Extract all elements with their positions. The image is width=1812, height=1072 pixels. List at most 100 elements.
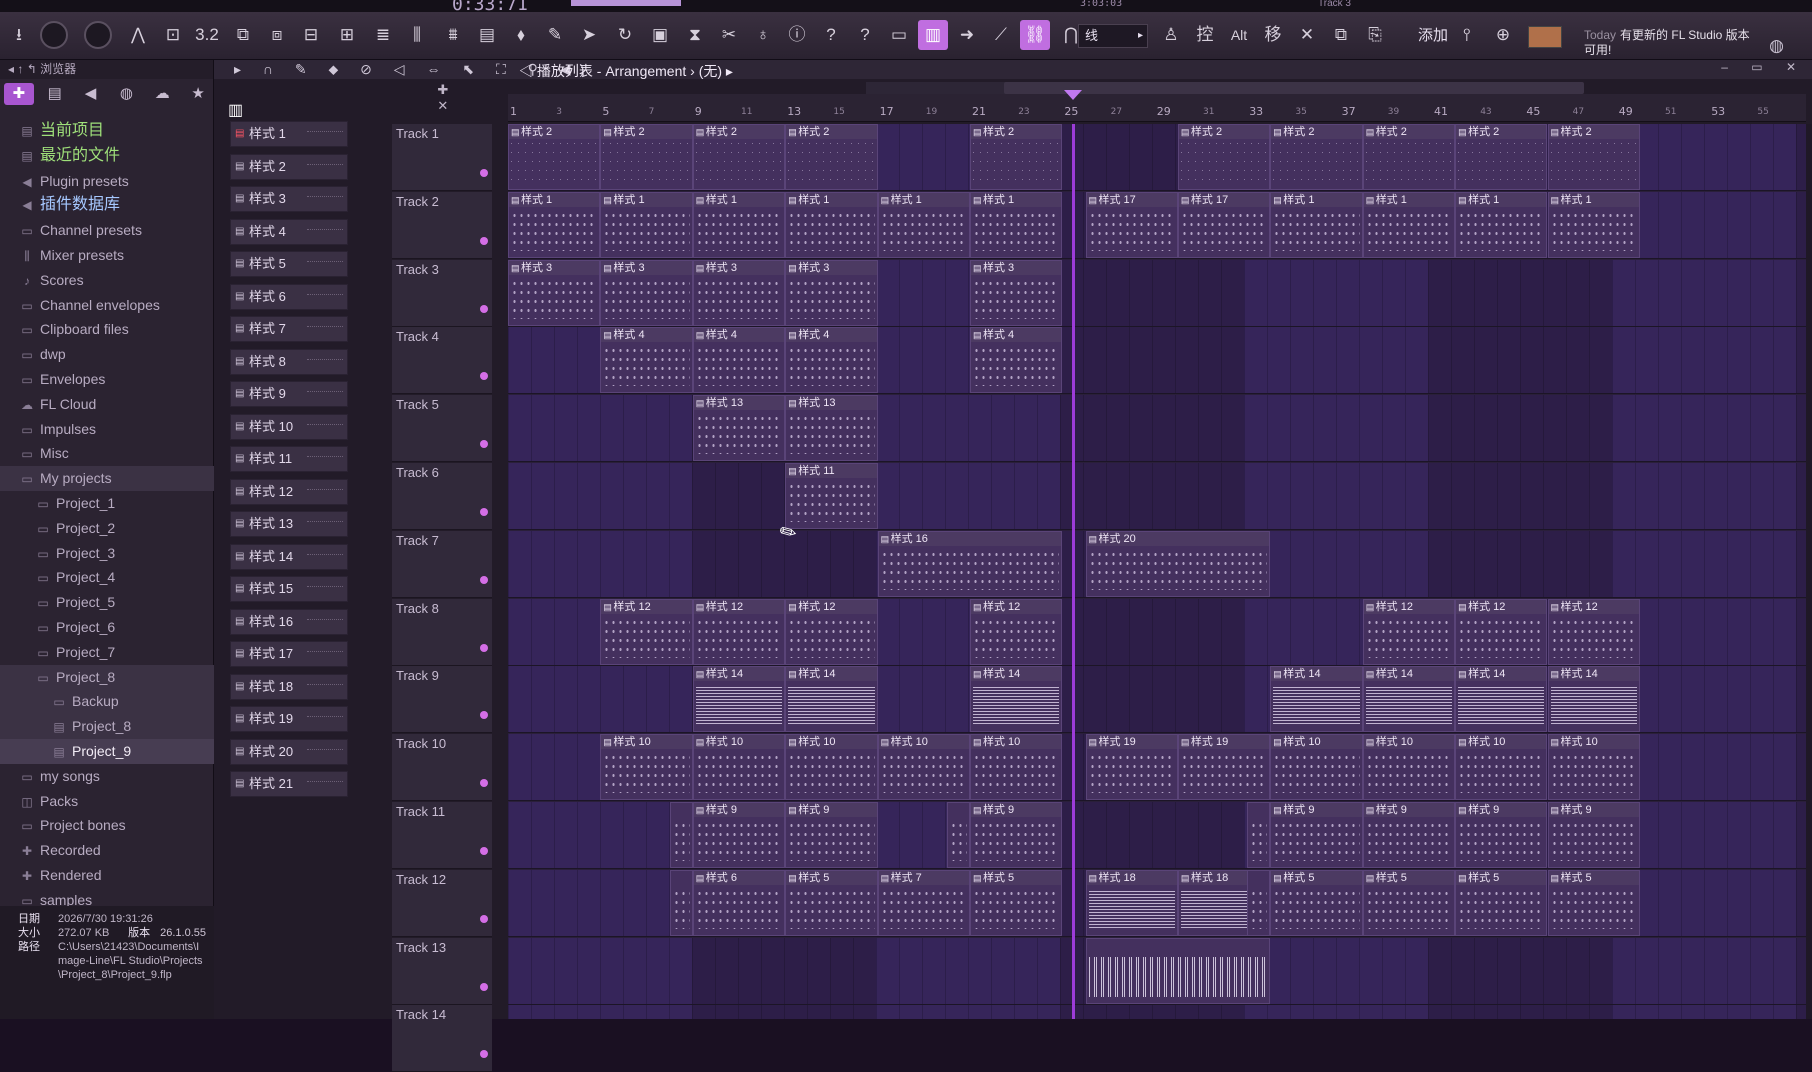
pattern-item[interactable]: 样式 11 [230, 446, 348, 472]
pattern-clip[interactable]: 样式 14 [692, 666, 786, 733]
browser-item[interactable]: ▭ Project bones [0, 813, 214, 838]
stamp-button[interactable]: ♙ [1156, 20, 1186, 50]
pattern-item[interactable]: 样式 13 [230, 511, 348, 537]
pattern-clip[interactable]: 样式 2 [785, 124, 878, 190]
pattern-clip[interactable]: 样式 12 [785, 598, 878, 665]
track-header[interactable]: Track 2 [392, 191, 492, 259]
tempo-tap-button[interactable]: ⋀ [123, 20, 153, 50]
horizontal-scrollbar[interactable] [1004, 82, 1584, 94]
track-header[interactable]: Track 12 [392, 869, 492, 937]
browser-item[interactable]: ▭ Envelopes [0, 367, 214, 392]
pattern-clip[interactable]: 样式 5 [1270, 869, 1363, 936]
pattern-item[interactable]: 样式 9 [230, 381, 348, 407]
pattern-clip[interactable]: 样式 12 [600, 598, 693, 665]
pattern-clip[interactable]: 样式 18 [1085, 869, 1178, 936]
track-header[interactable]: Track 11 [392, 802, 492, 869]
window-buttons[interactable]: – ▭ ✕ [1721, 60, 1806, 74]
browser-item[interactable]: ▭ Project_2 [0, 516, 214, 541]
pattern-clip[interactable]: 样式 14 [1270, 666, 1363, 733]
pattern-clip[interactable] [1247, 802, 1271, 868]
browser-item[interactable]: ⫼ Mixer presets [0, 243, 214, 268]
pattern-item[interactable]: 样式 3 [230, 186, 348, 212]
pattern-item[interactable]: 样式 21 [230, 771, 348, 797]
pattern-clip[interactable]: 样式 12 [1547, 598, 1640, 665]
render-button[interactable]: ⧗ [680, 20, 710, 50]
pattern-clip[interactable]: 样式 1 [1455, 191, 1548, 258]
browser-item[interactable]: ▭ Channel envelopes [0, 293, 214, 318]
master-knob[interactable] [40, 21, 68, 49]
browser-item[interactable]: ✚ Recorded [0, 838, 214, 863]
browser-item[interactable]: ▤ 最近的文件 [0, 144, 214, 169]
overdub-button[interactable]: ⊞ [332, 20, 362, 50]
track-header[interactable]: Track 3 [392, 259, 492, 327]
loop-rec-button[interactable]: ⊟ [296, 20, 326, 50]
pattern-clip[interactable]: 样式 10 [1455, 734, 1548, 801]
brush-button[interactable]: ✎ [540, 20, 570, 50]
pattern-clip[interactable] [1247, 869, 1271, 936]
save-button[interactable]: ⭳ [4, 20, 34, 50]
pattern-clip[interactable]: 样式 9 [1270, 802, 1363, 868]
pattern-clip[interactable]: 样式 12 [970, 598, 1063, 665]
pattern-item[interactable]: 样式 16 [230, 608, 348, 635]
pattern-clip[interactable]: 样式 14 [785, 666, 878, 733]
pattern-clip[interactable]: 样式 2 [1177, 124, 1271, 190]
track-lanes[interactable]: 样式 2样式 2样式 2样式 2样式 2样式 2样式 2样式 2样式 2样式 2… [508, 124, 1806, 1019]
track-mute-dot[interactable] [480, 779, 488, 788]
browser-item[interactable]: ▭ dwp [0, 342, 214, 367]
pattern-clip[interactable]: 样式 1 [692, 191, 786, 258]
pattern-item[interactable]: 样式 4 [230, 218, 348, 245]
pattern-clip[interactable]: 样式 2 [600, 124, 693, 190]
pattern-clip[interactable] [946, 802, 970, 868]
pattern-clip[interactable]: 样式 2 [692, 124, 786, 190]
pattern-clip[interactable]: 样式 1 [1547, 191, 1640, 258]
pattern-item[interactable]: 样式 7 [230, 316, 348, 342]
track-mute-dot[interactable] [480, 440, 488, 449]
pattern-clip[interactable]: 样式 1 [600, 191, 693, 258]
pattern-item[interactable]: 样式 19 [230, 706, 348, 732]
alt-button[interactable]: Alt [1224, 20, 1254, 50]
pattern-item[interactable]: 样式 14 [230, 543, 348, 570]
help-button[interactable]: ? [850, 20, 880, 50]
song-position-bar[interactable] [571, 0, 681, 6]
browser-item[interactable]: ◫ Packs [0, 789, 214, 814]
pattern-item[interactable]: 样式 12 [230, 478, 348, 505]
pattern-clip[interactable]: 样式 5 [1547, 869, 1640, 936]
pattern-clip[interactable]: 样式 1 [1362, 191, 1456, 258]
pattern-clip[interactable]: 样式 17 [1177, 191, 1271, 258]
pattern-clip[interactable]: 样式 4 [970, 327, 1063, 394]
timeline-ruler[interactable]: 1 3 5 7 9 11 13 15 17 19 21 23 25 27 29 31 33 35 37 39 41 43 4… [508, 94, 1806, 122]
browser-tab-cloud[interactable]: ☁ [147, 83, 177, 105]
track-header[interactable]: Track 6 [392, 463, 492, 530]
playhead[interactable] [1071, 124, 1075, 1019]
pattern-clip[interactable]: 样式 2 [508, 124, 601, 190]
window-button[interactable]: ▭ [884, 20, 914, 50]
pattern-clip[interactable]: 样式 19 [1177, 734, 1271, 801]
file-button[interactable]: ▤ [472, 20, 502, 50]
track-header[interactable]: Track 5 [392, 395, 492, 463]
pattern-clip[interactable]: 样式 9 [1547, 802, 1640, 868]
move-button[interactable]: 移 [1258, 20, 1288, 50]
add-button[interactable]: 添加 [1418, 24, 1448, 48]
track-mute-dot[interactable] [480, 1050, 488, 1059]
pattern-clip[interactable]: 样式 4 [785, 327, 878, 394]
pattern-item[interactable]: 样式 18 [230, 673, 348, 700]
snap-selector[interactable]: 线 ▸ [1078, 24, 1148, 48]
browser-item[interactable]: ▭ Impulses [0, 417, 214, 442]
pattern-clip[interactable]: 样式 6 [692, 869, 786, 936]
track-header[interactable]: Track 13 [392, 937, 492, 1005]
copy-button[interactable]: ⧉ [1326, 20, 1356, 50]
floppy-button[interactable]: ▣ [645, 20, 675, 50]
pattern-clip[interactable]: 样式 2 [1547, 124, 1640, 190]
blend-button[interactable]: ≣ [368, 20, 398, 50]
pattern-clip[interactable]: 样式 10 [692, 734, 786, 801]
pattern-clip[interactable]: 样式 10 [600, 734, 693, 801]
pattern-clip[interactable]: 样式 14 [970, 666, 1063, 733]
playhead-marker[interactable] [1063, 90, 1082, 100]
track-header[interactable]: Track 1 [392, 124, 492, 191]
pattern-item[interactable]: 样式 6 [230, 283, 348, 310]
browser-item[interactable]: ◀ Plugin presets [0, 169, 214, 194]
pattern-item[interactable]: 样式 5 [230, 251, 348, 277]
pattern-clip[interactable]: 样式 20 [1085, 530, 1271, 597]
dragon-button[interactable]: ➤ [574, 20, 604, 50]
pattern-clip[interactable]: 样式 1 [508, 191, 601, 258]
